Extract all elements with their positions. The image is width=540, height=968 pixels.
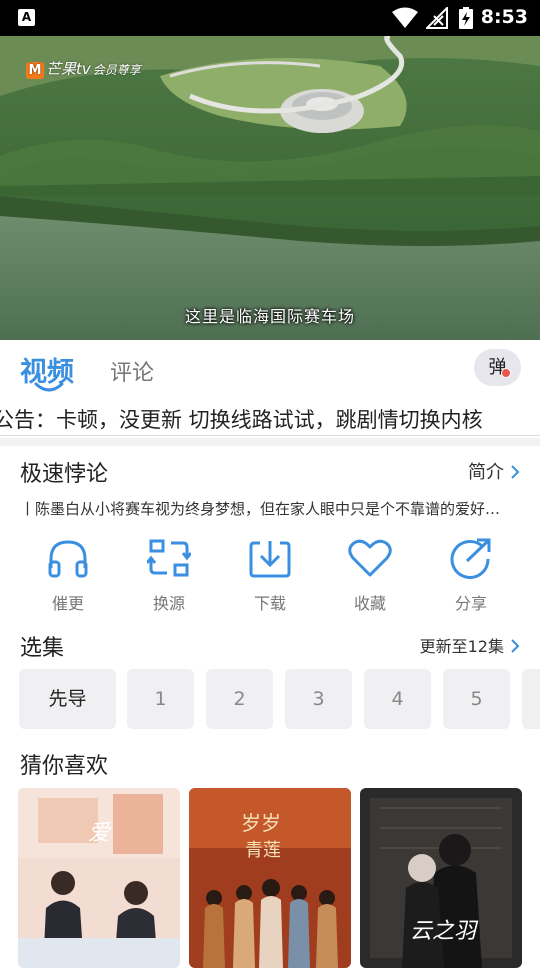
video-player[interactable]: M 芒果tv 会员尊享 这里是临海国际赛车场	[0, 36, 540, 340]
status-bar: A 8:53	[0, 0, 540, 36]
download-button[interactable]: 下载	[230, 532, 310, 614]
episode-chip[interactable]: 5	[443, 669, 510, 729]
svg-text:岁岁: 岁岁	[241, 811, 281, 835]
svg-text:爱: 爱	[88, 821, 112, 846]
episode-chip-partial[interactable]	[522, 669, 540, 729]
intro-button[interactable]: 简介	[468, 458, 520, 484]
video-frame	[0, 36, 540, 340]
episodes-heading: 选集	[20, 636, 65, 661]
danmu-off-icon	[501, 368, 511, 378]
recommend-poster[interactable]: 云之羽	[360, 788, 522, 968]
headphones-icon	[48, 540, 88, 578]
poster-image: 岁岁 青莲	[189, 788, 351, 968]
battery-charging-icon	[459, 7, 473, 29]
heart-icon	[348, 539, 392, 577]
mango-icon: M	[26, 62, 44, 79]
download-icon	[249, 541, 291, 578]
episode-chip[interactable]: 4	[364, 669, 431, 729]
active-tab-indicator	[34, 382, 64, 392]
switch-source-button[interactable]: 换源	[129, 532, 209, 614]
episode-chip[interactable]: 1	[127, 669, 194, 729]
show-description: 丨陈墨白从小将赛车视为终身梦想，但在家人眼中只是个不靠谱的爱好…	[20, 500, 501, 518]
divider	[0, 438, 540, 446]
show-title: 极速悖论	[20, 462, 109, 487]
content-tabs: 视频 评论 弹	[0, 340, 540, 396]
share-button[interactable]: 分享	[431, 532, 511, 614]
urge-update-button[interactable]: 催更	[28, 532, 108, 614]
recommend-poster[interactable]: 岁岁 青莲	[189, 788, 351, 968]
action-bar: 催更 换源 下载 收藏 分享	[0, 532, 540, 616]
episode-chip[interactable]: 3	[285, 669, 352, 729]
episode-chip[interactable]: 先导	[19, 669, 116, 729]
no-signal-icon	[426, 7, 448, 29]
tab-comment[interactable]: 评论	[110, 355, 154, 387]
poster-image: 云之羽	[360, 788, 522, 968]
chevron-right-icon	[511, 465, 520, 479]
clock: 8:53	[480, 6, 528, 28]
app-notification-icon: A	[18, 9, 35, 26]
recommend-poster[interactable]: 爱	[18, 788, 180, 968]
brand-logo: M 芒果tv 会员尊享	[26, 58, 141, 79]
svg-text:云之羽: 云之羽	[410, 919, 479, 944]
wifi-icon	[392, 7, 418, 28]
chevron-right-icon	[511, 639, 520, 653]
episodes-more-button[interactable]: 更新至12集	[420, 633, 520, 657]
episode-chip[interactable]: 2	[206, 669, 273, 729]
poster-image: 爱	[18, 788, 180, 968]
recommend-heading: 猜你喜欢	[20, 754, 109, 779]
svg-text:青莲: 青莲	[245, 840, 281, 861]
switch-source-icon	[147, 539, 191, 577]
notice-marquee: 公告：卡顿，没更新 切换线路试试，跳剧情切换内核	[0, 400, 540, 436]
video-subtitle: 这里是临海国际赛车场	[184, 307, 355, 326]
share-icon	[450, 538, 491, 579]
favorite-button[interactable]: 收藏	[330, 532, 410, 614]
danmu-toggle-button[interactable]: 弹	[474, 349, 521, 386]
